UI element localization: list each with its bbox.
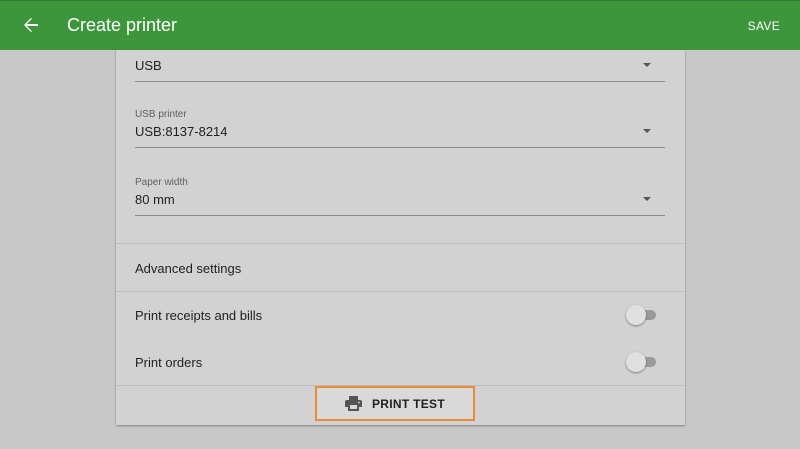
interface-value: USB — [135, 58, 162, 73]
toggle-thumb — [626, 352, 646, 372]
paper-width-select[interactable]: Paper width 80 mm — [135, 173, 665, 216]
usb-printer-select[interactable]: USB printer USB:8137-8214 — [135, 105, 665, 148]
chevron-down-icon — [643, 197, 651, 201]
paper-width-value: 80 mm — [135, 192, 175, 207]
print-orders-toggle[interactable] — [626, 352, 658, 372]
print-orders-label: Print orders — [135, 355, 203, 370]
paper-width-label: Paper width — [135, 177, 188, 188]
print-receipts-label: Print receipts and bills — [135, 308, 263, 323]
divider — [116, 291, 685, 292]
usb-printer-label: USB printer — [135, 109, 187, 120]
advanced-settings-link[interactable]: Advanced settings — [135, 261, 241, 276]
printer-settings-card: Interface USB USB printer USB:8137-8214 … — [116, 40, 685, 425]
back-button[interactable] — [18, 12, 44, 38]
usb-printer-value: USB:8137-8214 — [135, 124, 228, 139]
chevron-down-icon — [643, 129, 651, 133]
page-title: Create printer — [67, 15, 178, 35]
save-button[interactable]: SAVE — [748, 19, 780, 33]
toggle-thumb — [626, 305, 646, 325]
arrow-left-icon — [24, 18, 38, 32]
print-test-label: PRINT TEST — [371, 396, 445, 411]
printer-icon — [344, 396, 362, 411]
chevron-down-icon — [643, 63, 651, 67]
print-test-button[interactable]: PRINT TEST — [315, 386, 475, 421]
app-bar: Create printer SAVE — [0, 0, 800, 50]
divider — [116, 243, 685, 244]
print-receipts-toggle[interactable] — [626, 305, 658, 325]
